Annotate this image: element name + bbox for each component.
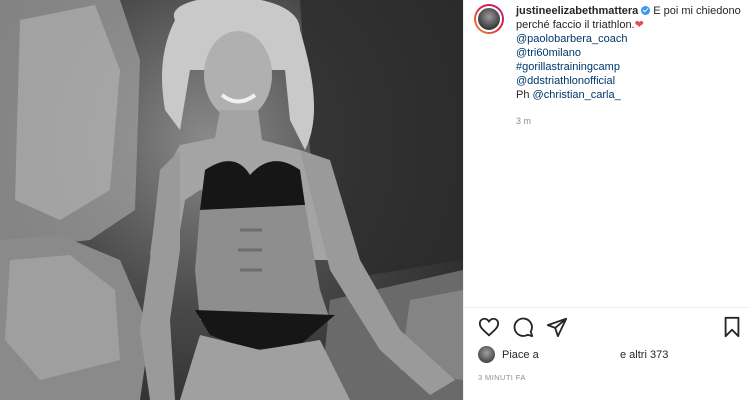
actions-divider	[464, 307, 750, 308]
heart-emoji-icon: ❤	[634, 19, 644, 31]
photo-credit-handle[interactable]: @christian_carla_	[533, 89, 621, 101]
instagram-post: justineelizabethmattera E poi mi chiedono…	[0, 0, 750, 400]
caption: justineelizabethmattera E poi mi chiedono…	[516, 4, 744, 128]
photo-credit: Ph @christian_carla_	[516, 89, 621, 101]
photo-credit-prefix: Ph	[516, 89, 530, 101]
photo-illustration	[0, 0, 463, 400]
author-avatar-image	[476, 6, 502, 32]
comment-bubble-icon[interactable]	[512, 316, 534, 338]
liker-avatar[interactable]	[478, 346, 495, 363]
caption-hashtag-gorillas[interactable]: #gorillastrainingcamp	[516, 60, 744, 74]
caption-time-ago: 3 m	[516, 116, 532, 126]
bookmark-icon[interactable]	[721, 316, 743, 338]
verified-badge-icon	[641, 6, 651, 15]
author-username[interactable]: justineelizabethmattera	[516, 5, 638, 17]
likes-prefix: Piace a	[502, 349, 539, 361]
action-bar	[478, 316, 743, 338]
post-date[interactable]: 3 MINUTI FA	[478, 373, 526, 382]
caption-tag-dds[interactable]: @ddstriathlonofficial	[516, 74, 744, 88]
author-avatar[interactable]	[474, 4, 504, 34]
heart-outline-icon[interactable]	[478, 316, 500, 338]
caption-tag-coach[interactable]: @paolobarbera_coach	[516, 32, 744, 46]
likes-summary[interactable]: Piace a e altri 373	[478, 344, 743, 366]
paper-plane-icon[interactable]	[546, 316, 568, 338]
caption-tag-tri60milano[interactable]: @tri60milano	[516, 46, 744, 60]
likes-count[interactable]: e altri 373	[620, 349, 668, 361]
post-sidebar: justineelizabethmattera E poi mi chiedono…	[463, 0, 750, 400]
post-photo[interactable]	[0, 0, 463, 400]
caption-row: justineelizabethmattera E poi mi chiedono…	[474, 4, 744, 128]
